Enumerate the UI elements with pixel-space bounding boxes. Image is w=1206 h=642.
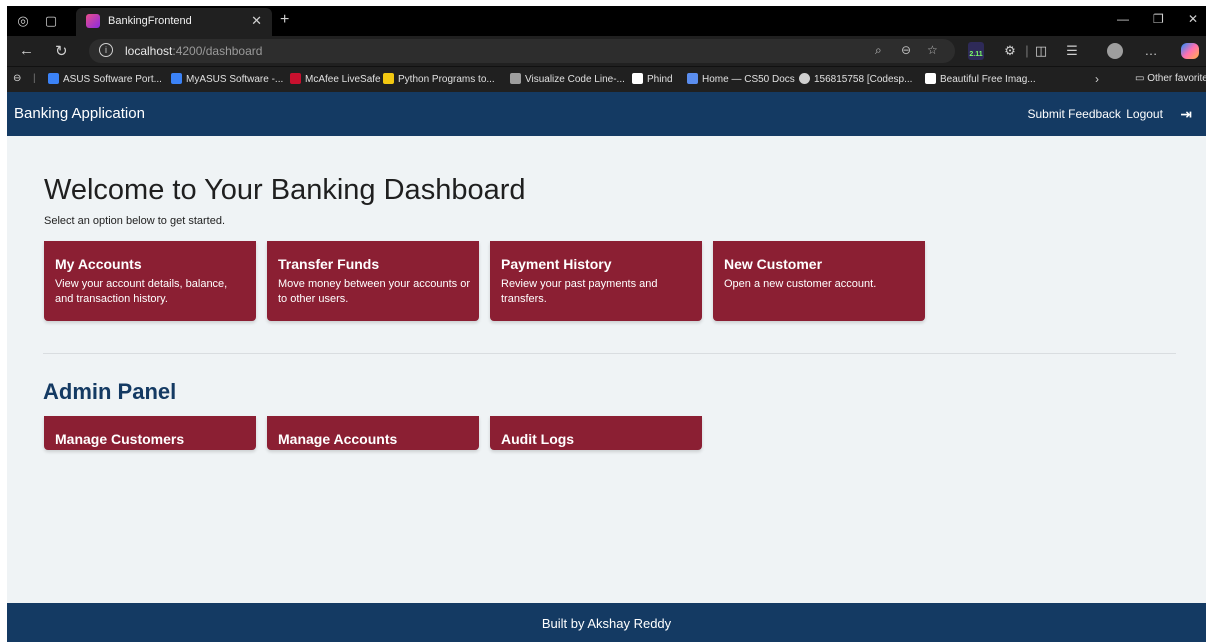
bookmark-phind[interactable]: Phind — [632, 73, 673, 85]
card-description: Move money between your accounts or to o… — [278, 278, 470, 305]
bookmark-cs50-docs[interactable]: Home — CS50 Docs — [687, 73, 795, 85]
extensions-icon[interactable]: ⚙ — [1002, 43, 1018, 59]
copilot-icon[interactable] — [1181, 43, 1199, 59]
audit-logs-card[interactable]: Audit Logs — [490, 416, 702, 450]
page-subtitle: Select an option below to get started. — [44, 215, 226, 227]
card-title: Manage Customers — [55, 431, 185, 447]
manage-accounts-card[interactable]: Manage Accounts — [267, 416, 479, 450]
refresh-icon[interactable]: ↻ — [55, 42, 68, 60]
bookmark-asus-software[interactable]: ASUS Software Port... — [48, 73, 162, 85]
bookmark-label: Visualize Code Line-... — [525, 74, 625, 85]
bookmark-label: Home — CS50 Docs — [702, 74, 795, 85]
dashboard-main: Welcome to Your Banking Dashboard Select… — [7, 136, 1206, 603]
bookmark-label: MyASUS Software -... — [186, 74, 284, 85]
card-description: Review your past payments and transfers. — [501, 278, 658, 305]
new-tab-icon[interactable]: + — [280, 11, 289, 29]
workspaces-icon[interactable]: ◎ — [15, 13, 31, 29]
bookmark-myasus[interactable]: MyASUS Software -... — [171, 73, 283, 85]
url-host: localhost — [125, 44, 173, 58]
card-title: Transfer Funds — [278, 256, 380, 272]
extension-badge-icon[interactable]: 2.11 — [968, 42, 984, 60]
tab-title: BankingFrontend — [108, 15, 192, 27]
section-divider — [43, 353, 1176, 354]
card-title: Payment History — [501, 256, 612, 272]
transfer-funds-card[interactable]: Transfer Funds Move money between your a… — [267, 241, 479, 321]
asus-icon — [171, 73, 182, 84]
restore-icon[interactable]: ❐ — [1153, 12, 1164, 26]
bookmarks-separator: | — [33, 73, 36, 84]
bookmarks-bar: ⊖ | ASUS Software Port... MyASUS Softwar… — [7, 66, 1206, 92]
site-info-icon[interactable]: i — [99, 43, 113, 57]
bookmark-label: 156815758 [Codesp... — [814, 74, 913, 85]
split-screen-icon[interactable]: ◫ — [1033, 43, 1049, 59]
bookmark-python-programs[interactable]: Python Programs to... — [383, 73, 495, 85]
tab-actions-icon[interactable]: ▢ — [43, 13, 59, 29]
bookmark-label: ASUS Software Port... — [63, 74, 162, 85]
manage-customers-card[interactable]: Manage Customers — [44, 416, 256, 450]
card-title: My Accounts — [55, 256, 142, 272]
logout-link[interactable]: Logout — [1126, 107, 1163, 121]
app-header: Banking Application Submit Feedback Logo… — [7, 92, 1206, 136]
more-bookmarks-chevron-icon[interactable]: › — [1095, 72, 1099, 86]
browser-tab[interactable]: BankingFrontend ✕ — [76, 8, 272, 36]
more-menu-icon[interactable]: … — [1143, 43, 1159, 59]
favorites-icon[interactable]: ☰ — [1064, 43, 1080, 59]
github-icon — [799, 73, 810, 84]
admin-panel-title: Admin Panel — [43, 379, 177, 404]
logout-icon[interactable]: ⇥ — [1180, 106, 1192, 123]
app-footer: Built by Akshay Reddy — [7, 603, 1206, 642]
header-links: Submit Feedback Logout ⇥ — [1025, 106, 1192, 123]
bookmark-mcafee[interactable]: McAfee LiveSafe — [290, 73, 381, 85]
card-title: Audit Logs — [501, 431, 575, 447]
read-aloud-icon[interactable]: ⌕ — [875, 43, 882, 58]
address-bar[interactable]: i localhost:4200/dashboard ⌕ ⊖ ☆ — [89, 39, 955, 63]
extension-badge-text: 2.11 — [969, 51, 983, 58]
back-icon[interactable]: ← — [19, 42, 34, 59]
close-tab-icon[interactable]: ✕ — [251, 13, 262, 29]
bookmark-codespace[interactable]: 156815758 [Codesp... — [799, 73, 912, 85]
url-path: :4200/dashboard — [172, 44, 263, 58]
angular-favicon-icon — [86, 14, 100, 28]
minimize-icon[interactable]: — — [1117, 12, 1129, 26]
bookmark-label: Phind — [647, 74, 673, 85]
profile-avatar-icon[interactable] — [1107, 43, 1123, 59]
bookmark-bar-icon[interactable]: ⊖ — [13, 73, 21, 84]
mcafee-icon — [290, 73, 301, 84]
bookmark-label: Beautiful Free Imag... — [940, 74, 1036, 85]
asus-icon — [48, 73, 59, 84]
other-favorites[interactable]: ▭ Other favorites — [1135, 73, 1206, 84]
other-favorites-label: Other favorites — [1147, 73, 1206, 84]
python-icon — [383, 73, 394, 84]
bookmark-visualize-code[interactable]: Visualize Code Line-... — [510, 73, 625, 85]
zoom-icon[interactable]: ⊖ — [901, 43, 911, 57]
docs-icon — [687, 73, 698, 84]
bookmark-label: McAfee LiveSafe — [305, 74, 381, 85]
tab-bar: ◎ ▢ BankingFrontend ✕ + — ❐ ✕ — [7, 6, 1206, 36]
folder-icon: ▭ — [1135, 73, 1148, 84]
submit-feedback-link[interactable]: Submit Feedback — [1027, 107, 1120, 121]
address-bar-row: ← ↻ i localhost:4200/dashboard ⌕ ⊖ ☆ 2.1… — [7, 36, 1206, 66]
bookmark-label: Python Programs to... — [398, 74, 495, 85]
visualize-icon — [510, 73, 521, 84]
card-description: Open a new customer account. — [724, 278, 877, 290]
my-accounts-card[interactable]: My Accounts View your account details, b… — [44, 241, 256, 321]
window-close-icon[interactable]: ✕ — [1188, 12, 1198, 26]
card-title: Manage Accounts — [278, 431, 398, 447]
phind-icon — [632, 73, 643, 84]
bookmark-unsplash[interactable]: Beautiful Free Imag... — [925, 73, 1036, 85]
page-title: Welcome to Your Banking Dashboard — [44, 174, 526, 206]
new-customer-card[interactable]: New Customer Open a new customer account… — [713, 241, 925, 321]
unsplash-icon — [925, 73, 936, 84]
payment-history-card[interactable]: Payment History Review your past payment… — [490, 241, 702, 321]
url-text[interactable]: localhost:4200/dashboard — [125, 44, 262, 58]
card-title: New Customer — [724, 256, 823, 272]
card-description: View your account details, balance, and … — [55, 278, 228, 305]
browser-chrome: ◎ ▢ BankingFrontend ✕ + — ❐ ✕ ← ↻ i loca… — [7, 6, 1206, 92]
brand-title[interactable]: Banking Application — [14, 105, 145, 122]
favorite-star-icon[interactable]: ☆ — [927, 43, 938, 57]
footer-credit: Built by Akshay Reddy — [541, 616, 672, 631]
